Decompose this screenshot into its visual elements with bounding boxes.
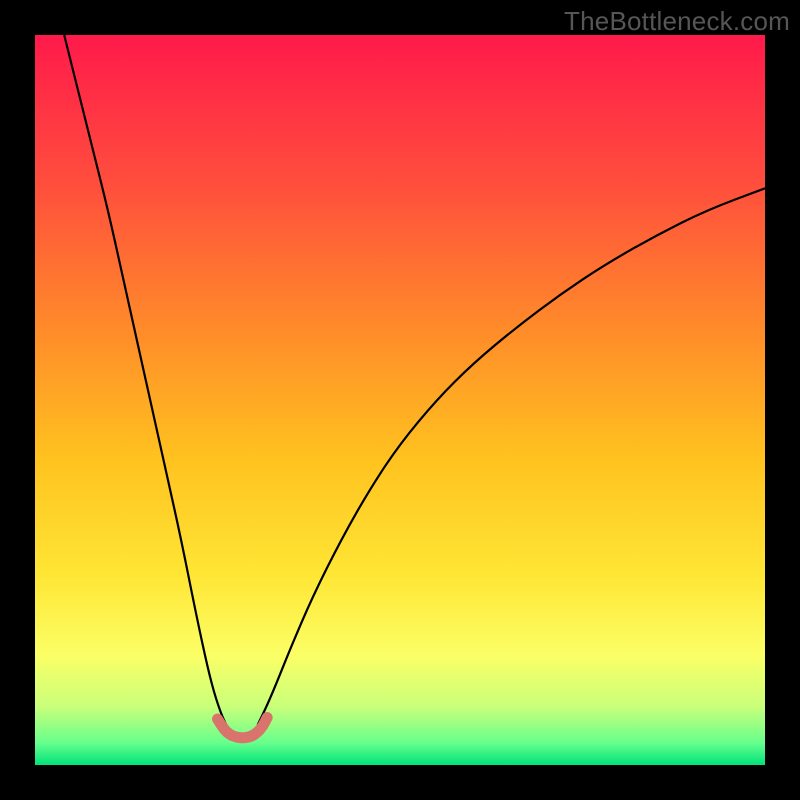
- watermark-text: TheBottleneck.com: [564, 6, 790, 37]
- gradient-background: [35, 35, 765, 765]
- plot-area: [35, 35, 765, 765]
- chart-frame: TheBottleneck.com: [0, 0, 800, 800]
- chart-svg: [35, 35, 765, 765]
